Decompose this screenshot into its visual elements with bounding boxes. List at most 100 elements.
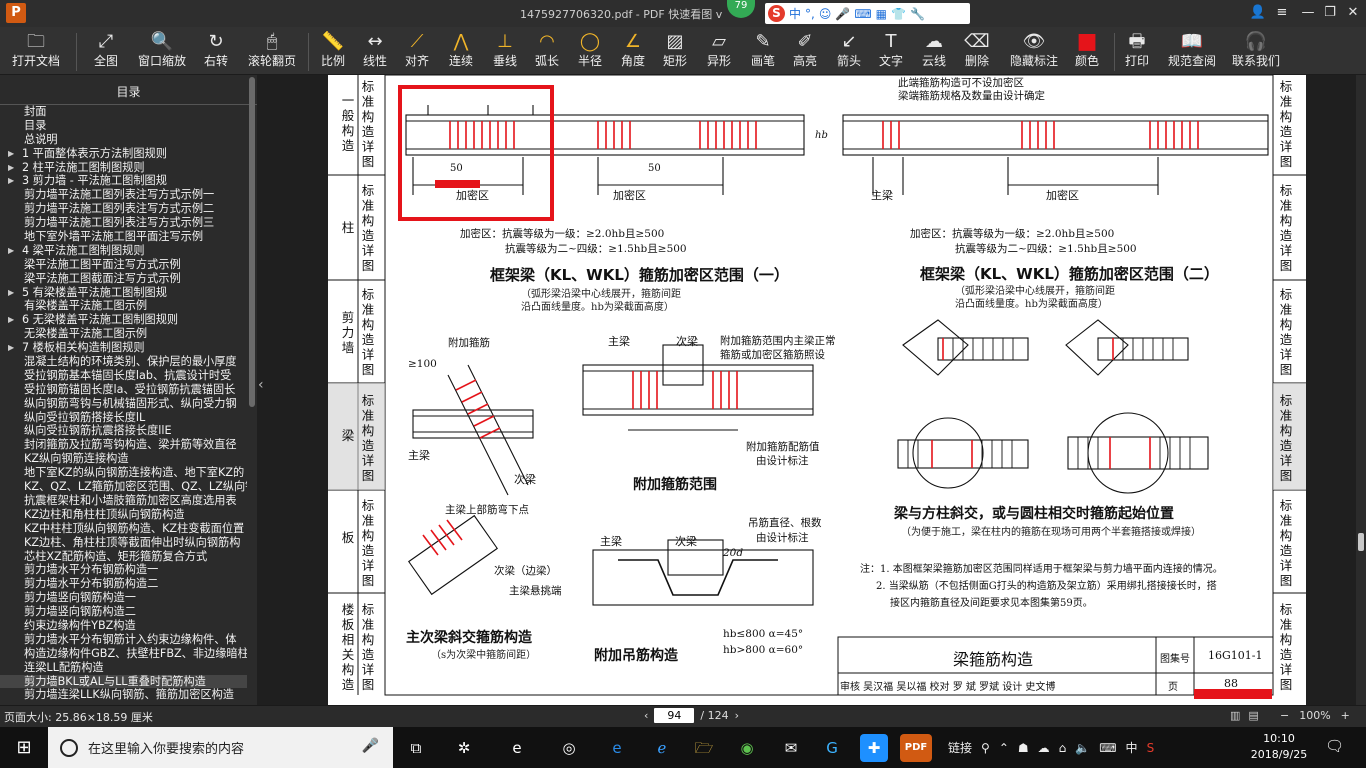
toc-item[interactable]: ▶ 4 梁平法施工图制图规则 xyxy=(0,244,247,258)
close-button[interactable]: ✕ xyxy=(1343,4,1363,22)
left-tab-beam[interactable]: 梁 xyxy=(341,428,355,443)
left-tab-beam-detail[interactable]: 标准构造详图 xyxy=(361,393,375,483)
clock[interactable]: 10:10 2018/9/25 xyxy=(1245,731,1313,763)
toc-item[interactable]: 无梁楼盖平法施工图示例 xyxy=(0,327,247,341)
toolbar-radius-button[interactable]: ◯ 半径 xyxy=(577,30,603,74)
toolbar-cloud-line-button[interactable]: ☁ 云线 xyxy=(921,30,947,74)
file-explorer-icon[interactable]: 🗁 xyxy=(690,734,718,762)
left-tab-slab-detail[interactable]: 标准构造详图 xyxy=(361,498,375,588)
toc-item[interactable]: 芯柱XZ配筋构造、矩形箍筋复合方式 xyxy=(0,550,247,564)
toc-item[interactable]: 剪力墙竖向钢筋构造一 xyxy=(0,591,247,605)
toc-item[interactable]: KZ、QZ、LZ箍筋加密区范围、QZ、LZ纵向钢 xyxy=(0,480,247,494)
left-tab-wall-detail[interactable]: 标准构造详图 xyxy=(361,287,375,377)
toc-item[interactable]: 封面 xyxy=(0,105,247,119)
sogou-logo-icon[interactable]: S xyxy=(768,5,785,22)
left-tab-slab[interactable]: 板 xyxy=(341,530,355,545)
toc-item[interactable]: KZ中柱柱顶纵向钢筋构造、KZ柱变截面位置 xyxy=(0,522,247,536)
browser-icon[interactable]: ◎ xyxy=(555,734,583,762)
keyboard-icon[interactable]: ⌨ xyxy=(854,7,871,21)
toc-item[interactable]: 剪力墙平法施工图列表注写方式示例二 xyxy=(0,202,247,216)
zoom-in-icon[interactable]: + xyxy=(1341,709,1350,722)
toc-item[interactable]: 剪力墙平法施工图列表注写方式示例三 xyxy=(0,216,247,230)
toolbar-printer-button[interactable]: 🖶 打印 xyxy=(1124,30,1150,74)
app-logo-icon[interactable]: P xyxy=(6,3,26,23)
task-view-icon[interactable]: ⧉ xyxy=(402,734,430,762)
360-browser-icon[interactable]: ◉ xyxy=(733,734,761,762)
toc-item[interactable]: 地下室KZ的纵向钢筋连接构造、地下室KZ的 xyxy=(0,466,247,480)
ime-toolbar[interactable]: S 中 °, ☺ 🎤 ⌨ ▦ 👕 🔧 xyxy=(765,3,970,24)
toc-item[interactable]: 剪力墙连梁LLK纵向钢筋、箍筋加密区构造 xyxy=(0,688,247,702)
toolbar-polygon-area-button[interactable]: ▱ 异形 xyxy=(706,30,732,74)
toolbar-arrow-button[interactable]: ↙ 箭头 xyxy=(836,30,862,74)
user-icon[interactable]: 👤 xyxy=(1248,4,1268,22)
apps-icon[interactable]: ▦ xyxy=(876,7,887,21)
right-tab-column-detail[interactable]: 标准构造详图 xyxy=(1279,183,1293,273)
right-tab-general-detail[interactable]: 标准构造详图 xyxy=(1279,79,1293,169)
toolbar-eraser-button[interactable]: ⌫ 删除 xyxy=(964,30,990,74)
expand-arrow-icon[interactable]: ▶ xyxy=(8,147,14,161)
toolbar-folder-button[interactable]: 🗀 打开文档 xyxy=(10,30,62,74)
show-hidden-icon[interactable]: ⌃ xyxy=(999,741,1009,755)
left-tab-general-detail[interactable]: 标准构造详图 xyxy=(361,79,375,169)
windows-start-icon[interactable]: ⊞ xyxy=(0,727,48,768)
toc-scrollbar[interactable] xyxy=(249,77,255,407)
toolbar-pen-button[interactable]: ✎ 画笔 xyxy=(750,30,776,74)
toolbar-mouse-wheel-button[interactable]: 🖱 滚轮翻页 xyxy=(248,30,296,74)
ime-lang[interactable]: 中 xyxy=(789,5,801,22)
sogou-tray-icon[interactable]: S xyxy=(1147,741,1155,755)
left-tab-column[interactable]: 柱 xyxy=(341,220,355,235)
left-tab-general[interactable]: 一般构造 xyxy=(341,93,355,153)
toc-item[interactable]: 剪力墙竖向钢筋构造二 xyxy=(0,605,247,619)
toc-item[interactable]: ▶ 1 平面整体表示方法制图规则 xyxy=(0,147,247,161)
g-app-icon[interactable]: G xyxy=(818,734,846,762)
right-tab-wall-detail[interactable]: 标准构造详图 xyxy=(1279,287,1293,377)
toc-item[interactable]: 受拉钢筋基本锚固长度lab、抗震设计时受 xyxy=(0,369,247,383)
toolbar-scale-button[interactable]: 📏 比例 xyxy=(320,30,346,74)
notification-icon[interactable]: 🗨 xyxy=(1325,737,1344,755)
toolbar-text-button[interactable]: T 文字 xyxy=(878,30,904,74)
menu-icon[interactable]: ≡ xyxy=(1272,4,1292,22)
pdf-viewer-taskbar-icon[interactable]: PDF xyxy=(900,734,932,762)
toc-item[interactable]: 目录 xyxy=(0,119,247,133)
toolbar-fit-page-button[interactable]: ⤢ 全图 xyxy=(92,30,120,74)
toolbar-zoom-window-button[interactable]: 🔍 窗口缩放 xyxy=(138,30,186,74)
keyboard-icon[interactable]: ⌨ xyxy=(1099,741,1116,755)
expand-arrow-icon[interactable]: ▶ xyxy=(8,286,14,300)
toc-item[interactable]: 纵向受拉钢筋搭接长度lL xyxy=(0,411,247,425)
toc-item[interactable]: KZ边柱和角柱柱顶纵向钢筋构造 xyxy=(0,508,247,522)
left-tab-floor[interactable]: 楼板相关构造 xyxy=(341,602,355,692)
toolbar-angle-button[interactable]: ∠ 角度 xyxy=(620,30,646,74)
scrollbar-thumb[interactable] xyxy=(1358,533,1364,551)
taskbar-search[interactable]: 在这里输入你要搜索的内容 🎤 xyxy=(48,727,393,768)
plus-app-icon[interactable]: ✚ xyxy=(860,734,888,762)
toc-item[interactable]: 约束边缘构件YBZ构造 xyxy=(0,619,247,633)
toc-item[interactable]: KZ纵向钢筋连接构造 xyxy=(0,452,247,466)
toc-item[interactable]: ▶ 7 楼板相关构造制图规则 xyxy=(0,341,247,355)
pdf-page-view[interactable]: 标准构造详图 一般构造 标准构造详图 柱 标准构造详图 剪力墙 标准构造详图 梁… xyxy=(328,75,1306,705)
toolbar-arc-length-button[interactable]: ◠ 弧长 xyxy=(534,30,560,74)
left-tab-column-detail[interactable]: 标准构造详图 xyxy=(361,183,375,273)
antivirus-icon[interactable]: ☗ xyxy=(1018,741,1029,755)
toc-item[interactable]: 纵向钢筋弯钩与机械锚固形式、纵向受力钢 xyxy=(0,397,247,411)
page-number-input[interactable]: 94 xyxy=(654,708,695,723)
toolbar-rectangle-area-button[interactable]: ▨ 矩形 xyxy=(662,30,688,74)
toolbar-rotate-right-button[interactable]: ↻ 右转 xyxy=(202,30,230,74)
notification-badge[interactable]: 79 xyxy=(727,0,755,18)
maximize-button[interactable]: ❐ xyxy=(1320,4,1340,22)
toolbar-perpendicular-button[interactable]: ⊥ 垂线 xyxy=(492,30,518,74)
onedrive-icon[interactable]: ☁ xyxy=(1038,741,1050,755)
toc-item[interactable]: 剪力墙水平分布钢筋构造二 xyxy=(0,577,247,591)
mail-icon[interactable]: ✉ xyxy=(777,734,805,762)
document-scrollbar[interactable] xyxy=(1356,75,1366,705)
settings-icon[interactable]: 🔧 xyxy=(910,7,925,21)
toc-item[interactable]: 封闭箍筋及拉筋弯钩构造、梁并筋等效直径 xyxy=(0,438,247,452)
right-tab-beam-detail[interactable]: 标准构造详图 xyxy=(1279,393,1293,483)
expand-arrow-icon[interactable]: ▶ xyxy=(8,341,14,355)
toc-item[interactable]: 连梁LL配筋构造 xyxy=(0,661,247,675)
expand-arrow-icon[interactable]: ▶ xyxy=(8,174,14,188)
ime-indicator[interactable]: 中 xyxy=(1126,739,1138,756)
toolbar-align-measure-button[interactable]: ⟋ 对齐 xyxy=(404,30,430,74)
toolbar-hide-annotation-button[interactable]: 👁 隐藏标注 xyxy=(1008,30,1060,74)
ime-punct[interactable]: °, xyxy=(805,7,815,21)
toolbar-continuous-measure-button[interactable]: ⋀ 连续 xyxy=(448,30,474,74)
